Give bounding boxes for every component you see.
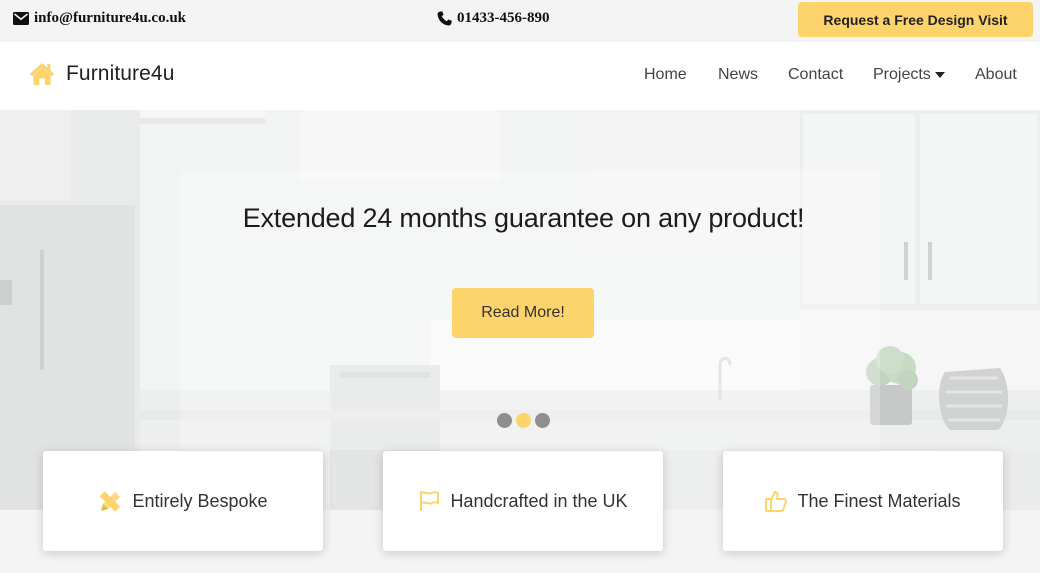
phone-text: 01433-456-890 xyxy=(457,10,550,26)
email-text: info@furniture4u.co.uk xyxy=(34,10,187,26)
brand-logo-link[interactable]: Furniture4u xyxy=(29,62,175,86)
flag-icon xyxy=(420,491,440,511)
feature-label: Handcrafted in the UK xyxy=(450,490,628,511)
carousel-dot-3[interactable] xyxy=(535,413,550,428)
thumbs-up-icon xyxy=(765,491,788,512)
read-more-button[interactable]: Read More! xyxy=(452,288,594,338)
hero-carousel: Extended 24 months guarantee on any prod… xyxy=(0,110,1040,510)
request-design-visit-button[interactable]: Request a Free Design Visit xyxy=(798,2,1033,37)
carousel-dot-1[interactable] xyxy=(497,413,512,428)
nav-projects-label: Projects xyxy=(873,66,931,83)
main-navbar: Furniture4u Home News Contact Projects A… xyxy=(0,42,1040,110)
feature-card-handcrafted: Handcrafted in the UK xyxy=(383,451,663,551)
envelope-icon xyxy=(13,12,29,25)
nav-news[interactable]: News xyxy=(718,66,758,84)
pencil-ruler-icon xyxy=(100,491,121,512)
brand-name: Furniture4u xyxy=(66,62,175,85)
hero-title: Extended 24 months guarantee on any prod… xyxy=(242,203,805,233)
feature-card-materials: The Finest Materials xyxy=(723,451,1003,551)
phone-icon xyxy=(437,11,452,26)
carousel-dot-2[interactable] xyxy=(516,413,531,428)
carousel-indicators xyxy=(497,413,550,428)
nav-home[interactable]: Home xyxy=(644,66,687,84)
home-icon xyxy=(29,63,55,85)
caret-down-icon xyxy=(934,72,945,78)
feature-label: The Finest Materials xyxy=(797,490,961,511)
feature-label: Entirely Bespoke xyxy=(132,490,268,511)
top-bar: info@furniture4u.co.uk 01433-456-890 Req… xyxy=(0,0,1040,42)
email-link[interactable]: info@furniture4u.co.uk xyxy=(13,10,186,27)
nav-about[interactable]: About xyxy=(975,66,1017,84)
nav-projects-dropdown[interactable]: Projects xyxy=(873,66,945,84)
phone-link[interactable]: 01433-456-890 xyxy=(437,10,550,27)
feature-card-bespoke: Entirely Bespoke xyxy=(43,451,323,551)
nav-contact[interactable]: Contact xyxy=(788,66,843,84)
